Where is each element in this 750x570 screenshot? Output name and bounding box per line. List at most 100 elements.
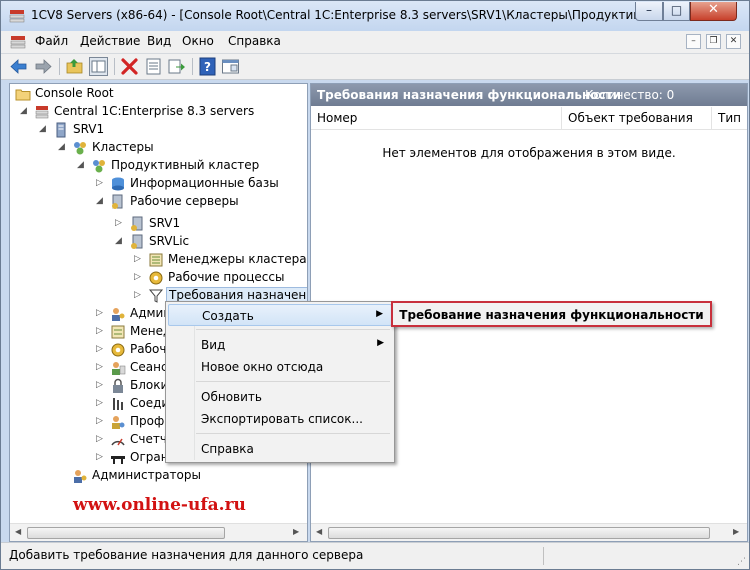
- maximize-button[interactable]: □: [663, 2, 690, 21]
- menu-item-label: Экспортировать список...: [201, 412, 363, 426]
- close-icon: ✕: [708, 2, 719, 17]
- menu-view[interactable]: Вид: [147, 34, 171, 48]
- tree-node-srv1[interactable]: ◢ SRV1: [10, 121, 300, 139]
- app-icon: [9, 10, 25, 23]
- show-tree-icon[interactable]: [89, 57, 108, 76]
- menu-item-create[interactable]: Создать ▶: [168, 304, 392, 326]
- collapse-icon[interactable]: ◢: [20, 106, 30, 116]
- server-icon: [56, 122, 66, 138]
- tree-node-work-server-srvlic[interactable]: ◢ SRVLic: [10, 233, 300, 251]
- expand-icon[interactable]: ▷: [96, 344, 106, 354]
- expand-icon[interactable]: ▷: [96, 326, 106, 336]
- tree-node-production-cluster[interactable]: ◢ Продуктивный кластер: [10, 157, 300, 175]
- expand-icon[interactable]: ▷: [134, 290, 144, 300]
- tree-node-work-servers[interactable]: ◢ Рабочие серверы: [10, 193, 300, 211]
- collapse-icon[interactable]: ◢: [77, 160, 87, 170]
- tree-label: Central 1C:Enterprise 8.3 servers: [54, 104, 255, 118]
- tree-node-work-server-srv1[interactable]: ▷ SRV1: [10, 215, 300, 233]
- admins-icon: [112, 308, 125, 321]
- console-icon[interactable]: [221, 57, 240, 76]
- column-header-row: Номер Объект требования Тип: [311, 107, 747, 130]
- tree-node-clusters[interactable]: ◢ Кластеры: [10, 139, 300, 157]
- scroll-right-icon[interactable]: ▶: [293, 527, 299, 536]
- locks-icon: [113, 378, 123, 393]
- tree-horizontal-scrollbar[interactable]: ◀ ▶: [10, 523, 307, 541]
- forward-icon[interactable]: [34, 57, 53, 76]
- scrollbar-thumb[interactable]: [328, 527, 710, 539]
- expand-icon[interactable]: ▷: [96, 398, 106, 408]
- back-icon[interactable]: [9, 57, 28, 76]
- result-pane-title: Требования назначения функциональности: [317, 88, 622, 102]
- collapse-icon[interactable]: ◢: [39, 124, 49, 134]
- window-title: 1CV8 Servers (x86-64) - [Console Root\Ce…: [31, 8, 724, 22]
- expand-icon[interactable]: ▷: [96, 452, 106, 462]
- maximize-icon: □: [670, 3, 683, 17]
- tree-node-central-servers[interactable]: ◢ Central 1C:Enterprise 8.3 servers: [10, 103, 300, 121]
- expand-icon[interactable]: ▷: [96, 416, 106, 426]
- menu-window[interactable]: Окно: [182, 34, 214, 48]
- toolbar-separator: [192, 58, 193, 75]
- resize-grip-icon[interactable]: ⋰: [737, 557, 746, 567]
- minimize-icon: –: [646, 3, 652, 17]
- tree-node-work-processes[interactable]: ▷ Рабочие процессы: [10, 269, 300, 287]
- up-folder-icon[interactable]: [65, 57, 84, 76]
- column-requirement-object[interactable]: Объект требования: [562, 107, 712, 129]
- column-type[interactable]: Тип: [712, 107, 747, 129]
- column-number[interactable]: Номер: [311, 107, 562, 129]
- connections-icon: [113, 398, 123, 410]
- mdi-minimize-icon[interactable]: –: [686, 34, 701, 49]
- menu-file[interactable]: Файл: [35, 34, 68, 48]
- scroll-left-icon[interactable]: ◀: [316, 527, 322, 536]
- menu-item-new-window[interactable]: Новое окно отсюда: [168, 356, 392, 378]
- menu-icon-stripe: [194, 304, 195, 460]
- export-icon[interactable]: [167, 57, 186, 76]
- close-button[interactable]: ✕: [690, 2, 737, 21]
- menu-help[interactable]: Справка: [228, 34, 281, 48]
- menu-item-label: Вид: [201, 338, 226, 352]
- mmc-document-icon[interactable]: [10, 34, 26, 50]
- delete-icon[interactable]: [120, 57, 139, 76]
- result-horizontal-scrollbar[interactable]: ◀ ▶: [311, 523, 747, 541]
- tree-label: SRV1: [149, 216, 181, 230]
- expand-icon[interactable]: ▷: [96, 308, 106, 318]
- submenu-item-label: Требование назначения функциональности: [399, 308, 704, 322]
- menu-item-refresh[interactable]: Обновить: [168, 386, 392, 408]
- properties-icon[interactable]: [144, 57, 163, 76]
- expand-icon[interactable]: ▷: [96, 380, 106, 390]
- work-processes-icon: [149, 271, 163, 285]
- submenu-create-assignment-requirement[interactable]: Требование назначения функциональности: [391, 301, 712, 327]
- menu-item-export-list[interactable]: Экспортировать список...: [168, 408, 392, 430]
- menu-item-view[interactable]: Вид ▶: [168, 334, 392, 356]
- collapse-icon[interactable]: ◢: [96, 196, 106, 206]
- minimize-button[interactable]: –: [635, 2, 663, 21]
- menu-action[interactable]: Действие: [80, 34, 140, 48]
- mdi-restore-icon[interactable]: ❐: [706, 34, 721, 49]
- tree-node-administrators[interactable]: Администраторы: [10, 467, 300, 485]
- tree-node-console-root[interactable]: Console Root: [10, 85, 300, 103]
- limits-icon: [111, 456, 125, 464]
- help-icon[interactable]: ?: [198, 57, 217, 76]
- menu-item-help[interactable]: Справка: [168, 438, 392, 460]
- status-text: Добавить требование назначения для данно…: [9, 548, 364, 562]
- expand-icon[interactable]: ▷: [96, 362, 106, 372]
- expand-icon[interactable]: ▷: [134, 254, 144, 264]
- expand-icon[interactable]: ▷: [96, 434, 106, 444]
- menu-separator: [196, 433, 390, 434]
- expand-icon[interactable]: ▷: [134, 272, 144, 282]
- expand-icon[interactable]: ▷: [115, 218, 125, 228]
- title-bar[interactable]: 1CV8 Servers (x86-64) - [Console Root\Ce…: [1, 1, 749, 31]
- tree-label: SRVLic: [149, 234, 190, 248]
- menu-item-label: Новое окно отсюда: [201, 360, 324, 374]
- expand-icon[interactable]: ▷: [96, 178, 106, 188]
- work-servers-icon: [112, 194, 123, 209]
- scroll-right-icon[interactable]: ▶: [733, 527, 739, 536]
- tree-node-cluster-managers[interactable]: ▷ Менеджеры кластера: [10, 251, 307, 269]
- toolbar-separator: [59, 58, 60, 75]
- cluster-managers-icon: [149, 253, 163, 267]
- mdi-close-icon[interactable]: ✕: [726, 34, 741, 49]
- tree-node-infobases[interactable]: ▷ Информационные базы: [10, 175, 300, 193]
- scrollbar-thumb[interactable]: [27, 527, 225, 539]
- collapse-icon[interactable]: ◢: [115, 236, 125, 246]
- collapse-icon[interactable]: ◢: [58, 142, 68, 152]
- scroll-left-icon[interactable]: ◀: [15, 527, 21, 536]
